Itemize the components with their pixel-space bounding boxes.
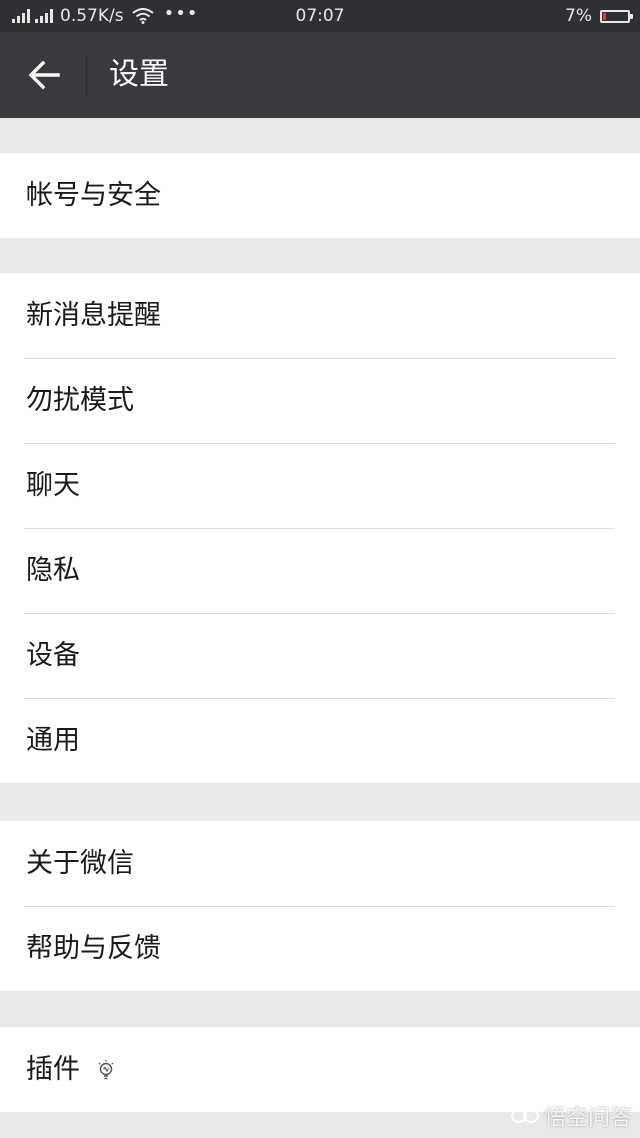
- settings-group-main: 新消息提醒 勿扰模式 聊天 隐私 设备 通用: [0, 273, 640, 783]
- settings-item-label: 关于微信: [26, 848, 134, 879]
- status-bar: 0.57K/s ••• 07:07 7%: [0, 0, 640, 32]
- settings-item-label: 聊天: [26, 470, 80, 501]
- wukong-logo: [510, 1109, 539, 1123]
- status-right: 7%: [565, 4, 633, 28]
- battery-icon: [600, 9, 633, 23]
- settings-group-about: 关于微信 帮助与反馈: [0, 821, 640, 991]
- battery-percent: 7%: [565, 6, 592, 26]
- lightbulb-icon: [98, 1060, 114, 1080]
- header-divider: [86, 54, 87, 96]
- settings-item-general[interactable]: 通用: [0, 698, 640, 783]
- battery-level: [603, 12, 606, 20]
- settings-item-notifications[interactable]: 新消息提醒: [0, 273, 640, 358]
- watermark: 悟空问答: [510, 1100, 632, 1132]
- settings-item-label: 通用: [26, 725, 80, 756]
- settings-item-chat[interactable]: 聊天: [0, 443, 640, 528]
- settings-group-account: 帐号与安全: [0, 153, 640, 238]
- settings-item-about-wechat[interactable]: 关于微信: [0, 821, 640, 906]
- settings-item-devices[interactable]: 设备: [0, 613, 640, 698]
- settings-item-label: 帐号与安全: [26, 180, 161, 211]
- settings-item-privacy[interactable]: 隐私: [0, 528, 640, 613]
- settings-item-help-feedback[interactable]: 帮助与反馈: [0, 906, 640, 991]
- app-bar: 设置: [0, 32, 640, 118]
- settings-item-label: 隐私: [26, 555, 80, 586]
- back-button[interactable]: [14, 49, 74, 101]
- settings-item-label: 设备: [26, 640, 80, 671]
- status-time: 07:07: [295, 6, 345, 26]
- watermark-text: 悟空问答: [543, 1106, 632, 1131]
- settings-item-label: 新消息提醒: [26, 300, 161, 331]
- settings-item-account-security[interactable]: 帐号与安全: [0, 153, 640, 238]
- arrow-left-icon: [28, 60, 60, 90]
- settings-item-label: 插件: [26, 1054, 80, 1085]
- settings-item-do-not-disturb[interactable]: 勿扰模式: [0, 358, 640, 443]
- page-title: 设置: [109, 57, 169, 92]
- settings-item-label: 勿扰模式: [26, 385, 134, 416]
- settings-item-label: 帮助与反馈: [26, 933, 161, 964]
